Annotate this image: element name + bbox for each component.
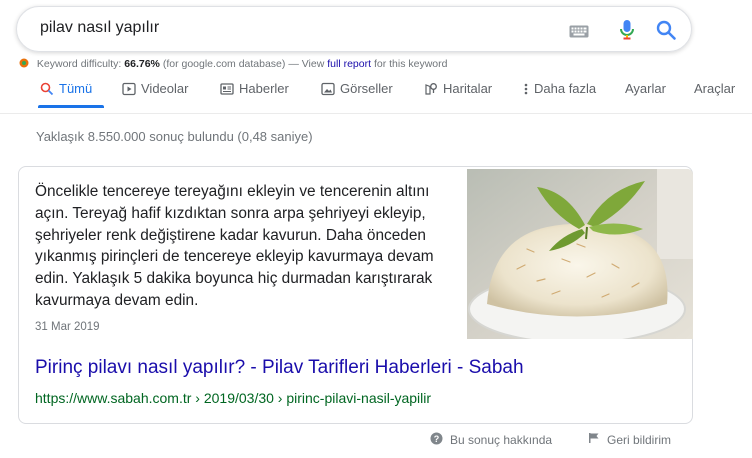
- snippet-text: Öncelikle tencereye tereyağını ekleyin v…: [35, 183, 434, 309]
- rice-pilaf-photo: [467, 169, 693, 339]
- tab-label: Araçlar: [694, 81, 736, 96]
- keyword-difficulty-label: Keyword difficulty:: [36, 58, 122, 70]
- keyword-database: (for google.com database) — View: [162, 58, 325, 70]
- help-icon: ?: [430, 432, 443, 448]
- tab-label: Haritalar: [443, 81, 493, 96]
- tab-images[interactable]: Görseller: [321, 81, 393, 96]
- keyboard-icon[interactable]: [569, 25, 589, 43]
- full-report-link[interactable]: full report: [327, 58, 371, 70]
- snippet-date: 31 Mar 2019: [35, 321, 100, 333]
- news-icon: [220, 82, 234, 96]
- feedback-button[interactable]: Geri bildirim: [588, 432, 671, 447]
- tab-all[interactable]: Tümü: [40, 81, 92, 96]
- svg-text:?: ?: [434, 434, 440, 444]
- tab-videos[interactable]: Videolar: [122, 81, 188, 96]
- tab-tools[interactable]: Araçlar: [694, 81, 735, 96]
- tab-label: Haberler: [239, 81, 289, 96]
- more-vert-icon: [523, 82, 529, 96]
- tab-label: Tümü: [59, 81, 93, 96]
- keyword-difficulty-value: 66.76%: [124, 58, 160, 70]
- image-icon: [321, 82, 335, 96]
- featured-snippet-card: Öncelikle tencereye tereyağını ekleyin v…: [18, 166, 693, 424]
- tab-label: Görseller: [340, 81, 393, 96]
- search-icon[interactable]: [655, 19, 677, 46]
- tab-maps[interactable]: Haritalar: [424, 81, 492, 96]
- rice-pilaf-image[interactable]: [467, 169, 693, 339]
- map-pin-icon: [424, 82, 438, 96]
- tab-more[interactable]: Daha fazla: [523, 81, 596, 96]
- play-icon: [122, 82, 136, 96]
- search-icon: [40, 82, 54, 96]
- result-url[interactable]: https://www.sabah.com.tr › 2019/03/30 › …: [35, 390, 431, 406]
- tabs-divider: [0, 113, 752, 114]
- tab-label: Daha fazla: [534, 81, 597, 96]
- search-input[interactable]: pilav nasıl yapılır: [40, 19, 159, 37]
- result-title-link[interactable]: Pirinç pilavı nasıl yapılır? - Pilav Tar…: [35, 357, 524, 379]
- tab-news[interactable]: Haberler: [220, 81, 289, 96]
- search-box[interactable]: pilav nasıl yapılır: [16, 6, 692, 52]
- feedback-flag-icon: [588, 432, 600, 447]
- keyword-suffix: for this keyword: [373, 58, 448, 70]
- active-tab-indicator: [38, 105, 104, 108]
- microphone-icon[interactable]: [619, 19, 635, 46]
- feedback-label: Geri bildirim: [607, 432, 672, 447]
- result-stats: Yaklaşık 8.550.000 sonuç bulundu (0,48 s…: [36, 129, 313, 144]
- seo-extension-icon: [18, 57, 30, 72]
- search-tabs: Tümü Videolar Haberler Görseller Harital…: [0, 78, 752, 108]
- tab-label: Ayarlar: [625, 81, 666, 96]
- tab-settings[interactable]: Ayarlar: [625, 81, 666, 96]
- keyword-difficulty-bar: Keyword difficulty: 66.76% (for google.c…: [18, 57, 447, 72]
- about-result-button[interactable]: ? Bu sonuç hakkında: [430, 432, 552, 448]
- tab-label: Videolar: [141, 81, 189, 96]
- about-result-label: Bu sonuç hakkında: [450, 433, 553, 447]
